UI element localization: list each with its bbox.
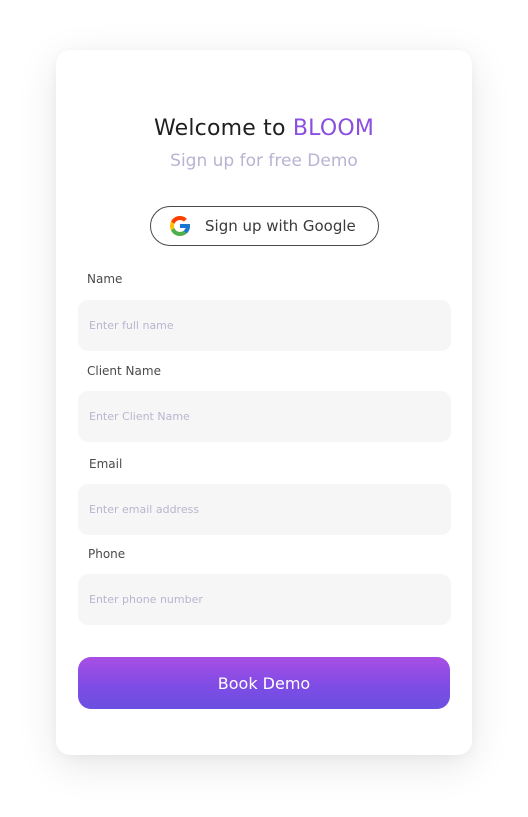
signup-card: Welcome to BLOOM Sign up for free Demo S… <box>56 50 472 755</box>
name-input[interactable] <box>78 300 451 351</box>
email-input[interactable] <box>78 484 451 535</box>
client-name-label: Client Name <box>87 364 161 378</box>
google-icon <box>168 214 192 238</box>
client-name-input[interactable] <box>78 391 451 442</box>
title-prefix: Welcome to <box>153 116 293 141</box>
phone-label: Phone <box>88 547 126 561</box>
brand-name: BLOOM <box>292 116 375 141</box>
email-label: Email <box>89 457 123 471</box>
phone-input[interactable] <box>78 574 451 625</box>
google-signup-label: Sign up with Google <box>205 217 356 235</box>
page-title: Welcome to BLOOM <box>56 116 472 141</box>
google-signup-button[interactable]: Sign up with Google <box>150 206 379 246</box>
page-subtitle: Sign up for free Demo <box>170 151 358 171</box>
book-demo-button[interactable]: Book Demo <box>78 657 450 709</box>
name-label: Name <box>87 272 123 286</box>
